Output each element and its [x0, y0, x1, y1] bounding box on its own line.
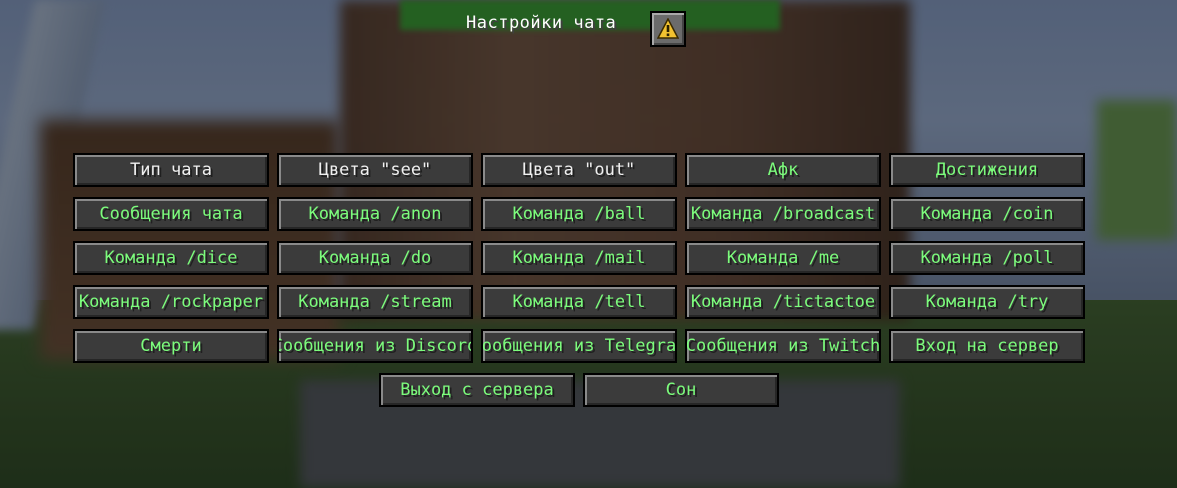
setting-button-15[interactable]: Команда /rockpaper — [73, 285, 269, 319]
setting-button-2[interactable]: Цвета "out" — [481, 153, 677, 187]
setting-button-21[interactable]: Сообщения из Discord — [277, 329, 473, 363]
setting-button-label: Сообщения из Telegram — [481, 336, 677, 356]
setting-button-label: Команда /do — [318, 248, 432, 268]
setting-button-22[interactable]: Сообщения из Telegram — [481, 329, 677, 363]
setting-button-16[interactable]: Команда /stream — [277, 285, 473, 319]
setting-button-label: Вход на сервер — [915, 336, 1059, 356]
setting-button-8[interactable]: Команда /broadcast — [685, 197, 881, 231]
setting-button-17[interactable]: Команда /tell — [481, 285, 677, 319]
setting-button-label: Достижения — [935, 160, 1039, 180]
setting-button-label: Цвета "out" — [522, 160, 636, 180]
warning-icon — [657, 18, 679, 39]
setting-button-13[interactable]: Команда /me — [685, 241, 881, 275]
setting-button-label: Команда /ball — [512, 204, 646, 224]
setting-button-25[interactable]: Выход с сервера — [379, 373, 575, 407]
setting-button-label: Афк — [767, 160, 799, 180]
setting-button-label: Тип чата — [130, 160, 212, 180]
setting-button-19[interactable]: Команда /try — [889, 285, 1085, 319]
setting-button-label: Команда /broadcast — [690, 204, 876, 224]
setting-button-label: Команда /coin — [920, 204, 1054, 224]
setting-button-10[interactable]: Команда /dice — [73, 241, 269, 275]
setting-button-label: Выход с сервера — [400, 380, 554, 400]
setting-button-18[interactable]: Команда /tictactoe — [685, 285, 881, 319]
setting-button-label: Сообщения чата — [99, 204, 243, 224]
setting-button-label: Сон — [665, 380, 697, 400]
header: Настройки чата — [0, 8, 1177, 47]
setting-button-label: Команда /rockpaper — [78, 292, 264, 312]
setting-button-label: Команда /tell — [512, 292, 646, 312]
setting-button-7[interactable]: Команда /ball — [481, 197, 677, 231]
setting-button-label: Цвета "see" — [318, 160, 432, 180]
setting-button-label: Команда /mail — [512, 248, 646, 268]
setting-button-11[interactable]: Команда /do — [277, 241, 473, 275]
setting-button-label: Команда /try — [925, 292, 1049, 312]
setting-button-1[interactable]: Цвета "see" — [277, 153, 473, 187]
setting-button-label: Команда /dice — [104, 248, 238, 268]
setting-button-label: Команда /anon — [308, 204, 442, 224]
setting-button-23[interactable]: Сообщения из Twitch — [685, 329, 881, 363]
setting-button-label: Команда /poll — [920, 248, 1054, 268]
setting-button-24[interactable]: Вход на сервер — [889, 329, 1085, 363]
setting-button-6[interactable]: Команда /anon — [277, 197, 473, 231]
setting-button-4[interactable]: Достижения — [889, 153, 1085, 187]
setting-button-3[interactable]: Афк — [685, 153, 881, 187]
screen-title: Настройки чата — [466, 13, 617, 33]
setting-button-label: Сообщения из Twitch — [685, 336, 881, 356]
setting-button-5[interactable]: Сообщения чата — [73, 197, 269, 231]
setting-button-14[interactable]: Команда /poll — [889, 241, 1085, 275]
setting-button-label: Команда /me — [726, 248, 840, 268]
setting-button-label: Сообщения из Discord — [277, 336, 473, 356]
setting-button-label: Команда /tictactoe — [690, 292, 876, 312]
setting-button-20[interactable]: Смерти — [73, 329, 269, 363]
setting-button-label: Смерти — [140, 336, 202, 356]
warning-button[interactable] — [650, 11, 686, 47]
setting-button-label: Команда /stream — [298, 292, 452, 312]
setting-button-9[interactable]: Команда /coin — [889, 197, 1085, 231]
setting-button-26[interactable]: Сон — [583, 373, 779, 407]
setting-button-0[interactable]: Тип чата — [73, 153, 269, 187]
setting-button-12[interactable]: Команда /mail — [481, 241, 677, 275]
